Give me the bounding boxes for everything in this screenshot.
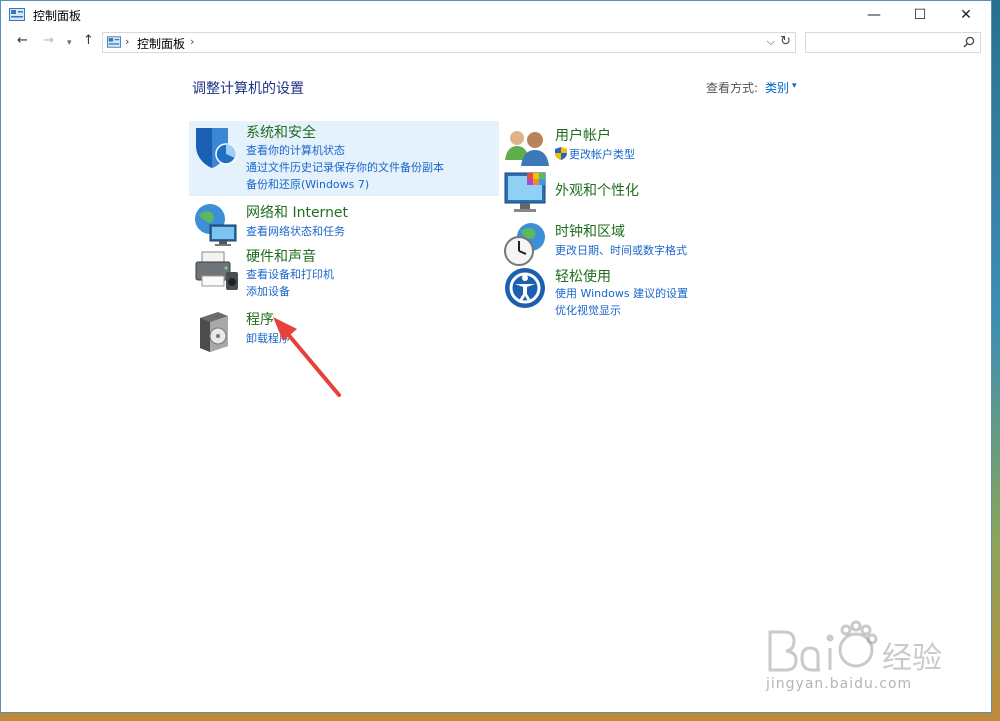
refresh-button[interactable]: ↻ xyxy=(780,34,791,49)
category-title[interactable]: 时钟和区域 xyxy=(555,221,625,241)
category-title[interactable]: 外观和个性化 xyxy=(555,180,639,200)
breadcrumb-separator[interactable]: › xyxy=(125,35,129,48)
link-add-device[interactable]: 添加设备 xyxy=(246,283,290,299)
window-title: 控制面板 xyxy=(33,9,82,23)
annotation-arrow-icon xyxy=(273,317,341,397)
svg-text:经验: 经验 xyxy=(882,641,942,676)
title-bar[interactable]: 控制面板 — ☐ ✕ xyxy=(1,1,991,29)
category-network-internet[interactable]: 网络和 Internet 查看网络状态和任务 xyxy=(192,201,492,246)
category-title[interactable]: 系统和安全 xyxy=(246,122,316,142)
clock-globe-icon xyxy=(504,223,545,266)
shield-icon xyxy=(196,128,237,168)
control-panel-icon xyxy=(107,36,121,48)
address-bar[interactable]: › 控制面板 › ⌵ ↻ xyxy=(102,32,796,53)
back-button[interactable]: ← xyxy=(17,33,28,48)
category-title[interactable]: 用户帐户 xyxy=(555,125,611,145)
breadcrumb-control-panel[interactable]: 控制面板 xyxy=(137,35,185,52)
search-input[interactable] xyxy=(805,32,981,53)
search-icon xyxy=(963,36,975,48)
category-clock-region[interactable]: 时钟和区域 更改日期、时间或数字格式 xyxy=(503,221,803,266)
link-view-computer-status[interactable]: 查看你的计算机状态 xyxy=(246,142,345,158)
link-file-history[interactable]: 通过文件历史记录保存你的文件备份副本 xyxy=(246,159,444,175)
printer-speaker-icon xyxy=(195,251,238,290)
category-user-accounts[interactable]: 用户帐户 更改帐户类型 xyxy=(503,124,803,166)
link-backup-restore[interactable]: 备份和还原(Windows 7) xyxy=(246,176,369,192)
category-title[interactable]: 网络和 Internet xyxy=(246,202,348,222)
view-by-dropdown[interactable]: 类别 xyxy=(765,79,789,96)
control-panel-icon xyxy=(9,8,25,21)
link-change-date-time-format[interactable]: 更改日期、时间或数字格式 xyxy=(555,242,687,258)
link-devices-printers[interactable]: 查看设备和打印机 xyxy=(246,266,334,282)
category-hardware-sound[interactable]: 硬件和声音 查看设备和打印机 添加设备 xyxy=(192,246,492,298)
category-ease-of-access[interactable]: 轻松使用 使用 Windows 建议的设置 优化视觉显示 xyxy=(503,266,803,318)
address-dropdown-button[interactable]: ⌵ xyxy=(767,35,775,49)
link-change-account-type[interactable]: 更改帐户类型 xyxy=(569,146,635,162)
minimize-button[interactable]: — xyxy=(851,1,897,29)
chevron-down-icon[interactable]: ▾ xyxy=(792,81,797,91)
page-title: 调整计算机的设置 xyxy=(192,81,304,97)
navigation-bar: ← → ▾ ↑ › 控制面板 › ⌵ ↻ xyxy=(1,29,991,57)
watermark-url: jingyan.baidu.com xyxy=(766,676,913,692)
ease-of-access-icon xyxy=(505,268,545,308)
uac-shield-icon xyxy=(555,147,567,160)
category-title[interactable]: 硬件和声音 xyxy=(246,246,316,266)
link-optimize-visual-display[interactable]: 优化视觉显示 xyxy=(555,302,621,318)
network-globe-icon xyxy=(195,204,237,246)
close-button[interactable]: ✕ xyxy=(943,1,989,29)
forward-button[interactable]: → xyxy=(43,33,54,48)
link-windows-recommended-settings[interactable]: 使用 Windows 建议的设置 xyxy=(555,285,688,301)
up-button[interactable]: ↑ xyxy=(83,33,94,48)
recent-locations-button[interactable]: ▾ xyxy=(67,38,72,48)
programs-disc-icon xyxy=(200,312,228,352)
view-by-label: 查看方式: xyxy=(706,81,759,95)
category-title[interactable]: 轻松使用 xyxy=(555,266,611,286)
category-system-security[interactable]: 系统和安全 查看你的计算机状态 通过文件历史记录保存你的文件备份副本 备份和还原… xyxy=(192,124,492,192)
maximize-button[interactable]: ☐ xyxy=(897,1,943,29)
monitor-color-icon xyxy=(504,172,546,212)
control-panel-window: 控制面板 — ☐ ✕ ← → ▾ ↑ › 控制面板 › ⌵ ↻ 调整计算机的设置… xyxy=(0,0,992,713)
link-network-status[interactable]: 查看网络状态和任务 xyxy=(246,223,345,239)
users-icon xyxy=(505,131,549,166)
breadcrumb-separator[interactable]: › xyxy=(190,35,194,48)
category-appearance[interactable]: 外观和个性化 xyxy=(503,169,803,215)
